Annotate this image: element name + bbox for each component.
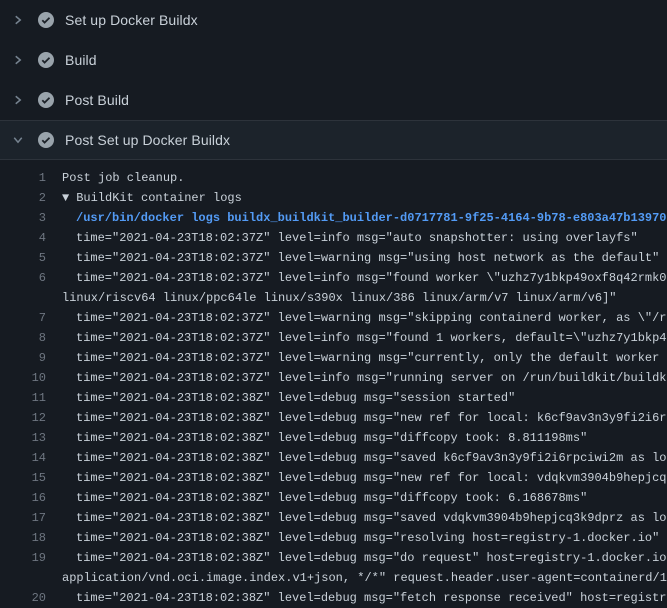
log-line: 18 time="2021-04-23T18:02:38Z" level=deb… — [0, 528, 667, 548]
log-line-wrap: application/vnd.oci.image.index.v1+json,… — [0, 568, 667, 588]
line-number[interactable]: 5 — [0, 248, 62, 268]
log-text: time="2021-04-23T18:02:38Z" level=debug … — [62, 428, 667, 448]
log-line: 6 time="2021-04-23T18:02:37Z" level=info… — [0, 268, 667, 288]
section-title: Build — [65, 52, 97, 68]
line-number[interactable]: 18 — [0, 528, 62, 548]
command-text: /usr/bin/docker logs buildx_buildkit_bui… — [62, 208, 667, 228]
log-line: 13 time="2021-04-23T18:02:38Z" level=deb… — [0, 428, 667, 448]
log-line: 5 time="2021-04-23T18:02:37Z" level=warn… — [0, 248, 667, 268]
chevron-right-icon — [12, 52, 36, 68]
line-number[interactable]: 17 — [0, 508, 62, 528]
line-number[interactable]: 4 — [0, 228, 62, 248]
line-number[interactable]: 2 — [0, 188, 62, 208]
log-line-group: 2 ▼ BuildKit container logs — [0, 188, 667, 208]
line-number[interactable]: 10 — [0, 368, 62, 388]
chevron-right-icon — [12, 92, 36, 108]
log-line: 1 Post job cleanup. — [0, 168, 667, 188]
line-number[interactable]: 8 — [0, 328, 62, 348]
section-title: Post Build — [65, 92, 129, 108]
log-text: time="2021-04-23T18:02:38Z" level=debug … — [62, 528, 667, 548]
line-number[interactable]: 11 — [0, 388, 62, 408]
line-number[interactable]: 20 — [0, 588, 62, 608]
line-number[interactable]: 1 — [0, 168, 62, 188]
group-toggle-icon[interactable]: ▼ — [62, 188, 76, 208]
line-number[interactable]: 12 — [0, 408, 62, 428]
log-text: time="2021-04-23T18:02:37Z" level=warnin… — [62, 308, 667, 328]
log-text: time="2021-04-23T18:02:37Z" level=warnin… — [62, 248, 667, 268]
check-circle-icon — [38, 52, 54, 68]
check-circle-icon — [38, 132, 54, 148]
log-line: 10 time="2021-04-23T18:02:37Z" level=inf… — [0, 368, 667, 388]
log-text: Post job cleanup. — [62, 168, 667, 188]
log-text: time="2021-04-23T18:02:38Z" level=debug … — [62, 408, 667, 428]
log-line: 7 time="2021-04-23T18:02:37Z" level=warn… — [0, 308, 667, 328]
log-line-wrap: linux/riscv64 linux/ppc64le linux/s390x … — [0, 288, 667, 308]
check-circle-icon — [38, 12, 54, 28]
log-line: 8 time="2021-04-23T18:02:37Z" level=info… — [0, 328, 667, 348]
line-number[interactable]: 16 — [0, 488, 62, 508]
log-text: time="2021-04-23T18:02:38Z" level=debug … — [62, 548, 667, 568]
log-text: time="2021-04-23T18:02:37Z" level=info m… — [62, 328, 667, 348]
section-header-post-setup-docker-buildx[interactable]: Post Set up Docker Buildx — [0, 120, 667, 160]
chevron-right-icon — [12, 12, 36, 28]
log-line: 9 time="2021-04-23T18:02:37Z" level=warn… — [0, 348, 667, 368]
log-text: time="2021-04-23T18:02:38Z" level=debug … — [62, 588, 667, 608]
log-line: 4 time="2021-04-23T18:02:37Z" level=info… — [0, 228, 667, 248]
log-text: time="2021-04-23T18:02:38Z" level=debug … — [62, 448, 667, 468]
log-line: 11 time="2021-04-23T18:02:38Z" level=deb… — [0, 388, 667, 408]
log-text: time="2021-04-23T18:02:37Z" level=info m… — [62, 268, 667, 288]
log-text: time="2021-04-23T18:02:38Z" level=debug … — [62, 388, 667, 408]
check-circle-icon — [38, 92, 54, 108]
log-text: time="2021-04-23T18:02:38Z" level=debug … — [62, 488, 667, 508]
log-line: 15 time="2021-04-23T18:02:38Z" level=deb… — [0, 468, 667, 488]
line-number — [0, 288, 62, 308]
line-number[interactable]: 14 — [0, 448, 62, 468]
line-number[interactable]: 6 — [0, 268, 62, 288]
section-title: Post Set up Docker Buildx — [65, 132, 230, 148]
log-line: 14 time="2021-04-23T18:02:38Z" level=deb… — [0, 448, 667, 468]
log-line: 12 time="2021-04-23T18:02:38Z" level=deb… — [0, 408, 667, 428]
section-title: Set up Docker Buildx — [65, 12, 198, 28]
log-line: 16 time="2021-04-23T18:02:38Z" level=deb… — [0, 488, 667, 508]
line-number[interactable]: 15 — [0, 468, 62, 488]
log-group-title[interactable]: BuildKit container logs — [76, 188, 667, 208]
log-viewer: 1 Post job cleanup. 2 ▼ BuildKit contain… — [0, 160, 667, 608]
log-text: time="2021-04-23T18:02:38Z" level=debug … — [62, 508, 667, 528]
line-number[interactable]: 13 — [0, 428, 62, 448]
log-line: 17 time="2021-04-23T18:02:38Z" level=deb… — [0, 508, 667, 528]
section-header-setup-docker-buildx[interactable]: Set up Docker Buildx — [0, 0, 667, 40]
chevron-down-icon — [12, 132, 36, 148]
log-text: linux/riscv64 linux/ppc64le linux/s390x … — [62, 288, 667, 308]
section-header-post-build[interactable]: Post Build — [0, 80, 667, 120]
log-text: application/vnd.oci.image.index.v1+json,… — [62, 568, 667, 588]
log-line: 19 time="2021-04-23T18:02:38Z" level=deb… — [0, 548, 667, 568]
log-line: 20 time="2021-04-23T18:02:38Z" level=deb… — [0, 588, 667, 608]
log-text: time="2021-04-23T18:02:37Z" level=info m… — [62, 228, 667, 248]
line-number[interactable]: 7 — [0, 308, 62, 328]
log-text: time="2021-04-23T18:02:38Z" level=debug … — [62, 468, 667, 488]
log-text: time="2021-04-23T18:02:37Z" level=warnin… — [62, 348, 667, 368]
line-number — [0, 568, 62, 588]
log-text: time="2021-04-23T18:02:37Z" level=info m… — [62, 368, 667, 388]
line-number[interactable]: 9 — [0, 348, 62, 368]
section-header-build[interactable]: Build — [0, 40, 667, 80]
log-line-command: 3 /usr/bin/docker logs buildx_buildkit_b… — [0, 208, 667, 228]
line-number[interactable]: 3 — [0, 208, 62, 228]
line-number[interactable]: 19 — [0, 548, 62, 568]
